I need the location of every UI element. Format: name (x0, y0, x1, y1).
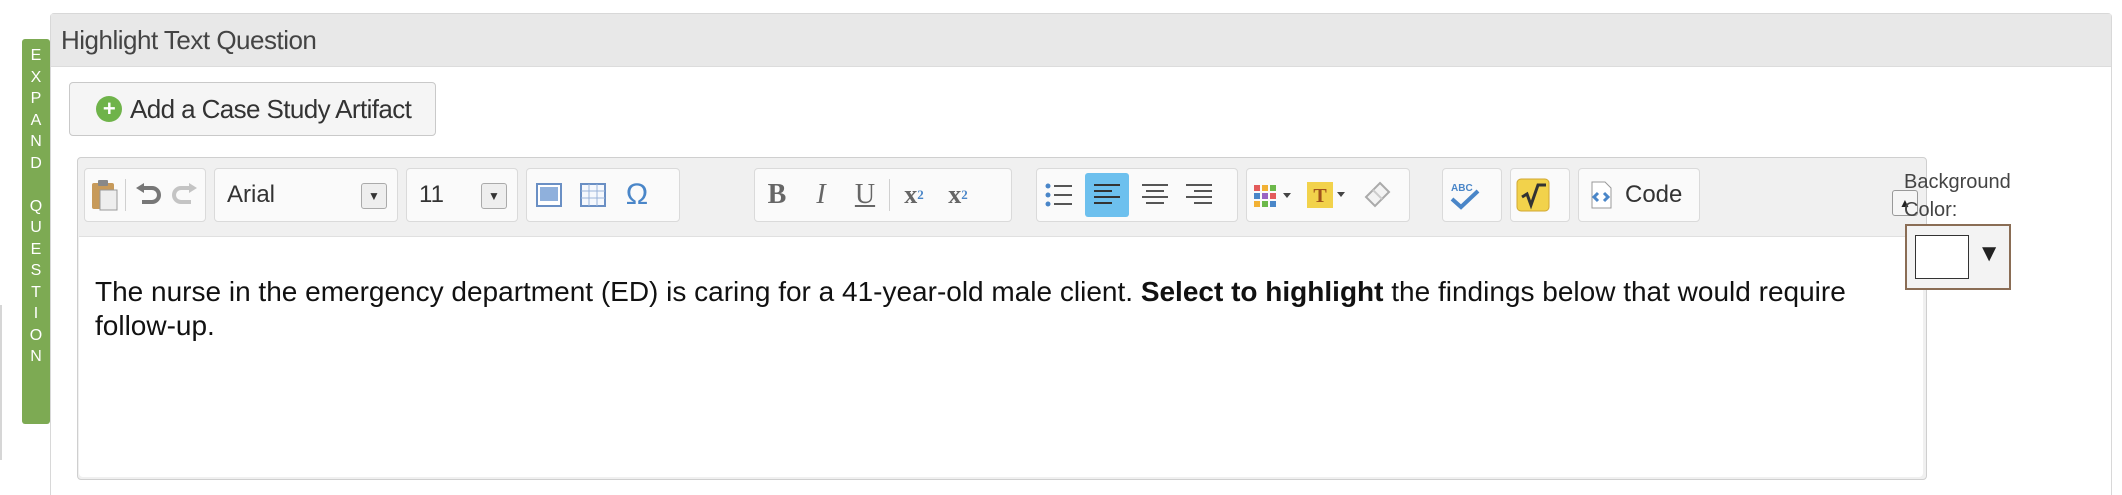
expand-tab-letter: Q (29, 197, 43, 215)
expand-tab-letter: E (30, 47, 42, 64)
font-family-value: Arial (227, 181, 276, 208)
align-center-icon[interactable] (1137, 177, 1173, 213)
expand-question-label: EXPAND QUESTION (22, 39, 50, 368)
clipboard-group (84, 168, 206, 222)
image-icon[interactable] (531, 177, 567, 213)
expand-tab-letter: S (30, 262, 42, 279)
panel-title: Highlight Text Question (51, 14, 2111, 67)
spellcheck-group: ABC (1442, 168, 1502, 222)
align-left-icon[interactable] (1085, 173, 1129, 217)
expand-tab-letter: O (29, 326, 43, 344)
expand-tab-letter: A (30, 111, 42, 129)
svg-text:T: T (1313, 185, 1327, 207)
bold-icon[interactable]: B (759, 177, 795, 213)
redo-icon[interactable] (171, 177, 201, 213)
text-color-icon[interactable] (1251, 177, 1297, 213)
spellcheck-icon[interactable]: ABC (1447, 177, 1483, 213)
expand-tab-letter: N (30, 348, 42, 365)
paste-icon[interactable] (89, 177, 119, 213)
math-group (1510, 168, 1570, 222)
underline-icon[interactable]: U (847, 177, 883, 213)
font-family-select[interactable]: Arial ▼ (214, 168, 398, 222)
background-color-swatch (1915, 235, 1969, 279)
expand-tab-letter: P (30, 90, 42, 107)
math-formula-icon[interactable] (1515, 177, 1551, 213)
expand-tab-letter: I (33, 305, 39, 322)
expand-tab-letter: N (30, 133, 42, 150)
chevron-down-icon: ▼ (361, 183, 387, 209)
expand-tab-letter: D (30, 154, 42, 172)
code-icon (1583, 177, 1619, 213)
chevron-down-icon: ▼ (1977, 240, 2001, 267)
bulleted-list-icon[interactable] (1041, 177, 1077, 213)
expand-question-tab[interactable]: EXPAND QUESTION (22, 39, 50, 424)
question-text: The nurse in the emergency department (E… (95, 275, 1925, 343)
svg-text:ABC: ABC (1451, 183, 1473, 194)
question-text-bold: Select to highlight (1140, 276, 1384, 307)
table-icon[interactable] (575, 177, 611, 213)
eraser-icon[interactable] (1359, 177, 1395, 213)
add-artifact-label: Add a Case Study Artifact (130, 93, 412, 124)
code-button-label: Code (1625, 181, 1683, 208)
expand-tab-letter (34, 174, 38, 196)
expand-tab-letter: X (30, 68, 42, 86)
add-case-study-artifact-button[interactable]: + Add a Case Study Artifact (69, 82, 437, 136)
format-group: B I U x2 x2 (754, 168, 1012, 222)
alignment-group (1036, 168, 1238, 222)
chevron-down-icon: ▼ (481, 183, 507, 209)
expand-tab-letter: T (31, 283, 41, 301)
font-size-select[interactable]: 11 ▼ (406, 168, 518, 222)
source-code-button[interactable]: Code (1578, 168, 1700, 222)
plus-circle-icon: + (96, 96, 122, 122)
special-character-omega-icon[interactable]: Ω (619, 177, 655, 213)
italic-icon[interactable]: I (803, 177, 839, 213)
highlight-color-icon[interactable]: T (1305, 177, 1351, 213)
undo-icon[interactable] (132, 177, 162, 213)
subscript-icon[interactable]: x2 (896, 177, 932, 213)
insert-group: Ω (526, 168, 680, 222)
editor-content-area[interactable]: The nurse in the emergency department (E… (79, 236, 1923, 477)
background-color-label: Background Color: (1904, 171, 2011, 221)
font-size-value: 11 (419, 181, 444, 208)
align-right-icon[interactable] (1181, 177, 1217, 213)
highlight-question-panel: Highlight Text Question + Add a Case Stu… (50, 13, 2112, 495)
superscript-icon[interactable]: x2 (940, 177, 976, 213)
toolbar-separator (889, 179, 890, 211)
expand-tab-letter: U (30, 219, 42, 236)
question-text-intro: The nurse in the emergency department (E… (95, 276, 1141, 307)
left-edge-divider (0, 305, 2, 460)
expand-tab-letter: E (30, 240, 42, 258)
color-group: T (1246, 168, 1410, 222)
editor-toolbar: Arial ▼ 11 ▼ Ω B I U x2 x 2 T ABC Code ▲ (78, 158, 1926, 232)
rich-text-editor: Arial ▼ 11 ▼ Ω B I U x2 x 2 T ABC Code ▲… (77, 157, 1927, 480)
toolbar-separator (125, 179, 127, 211)
background-color-picker[interactable]: ▼ (1905, 224, 2011, 290)
